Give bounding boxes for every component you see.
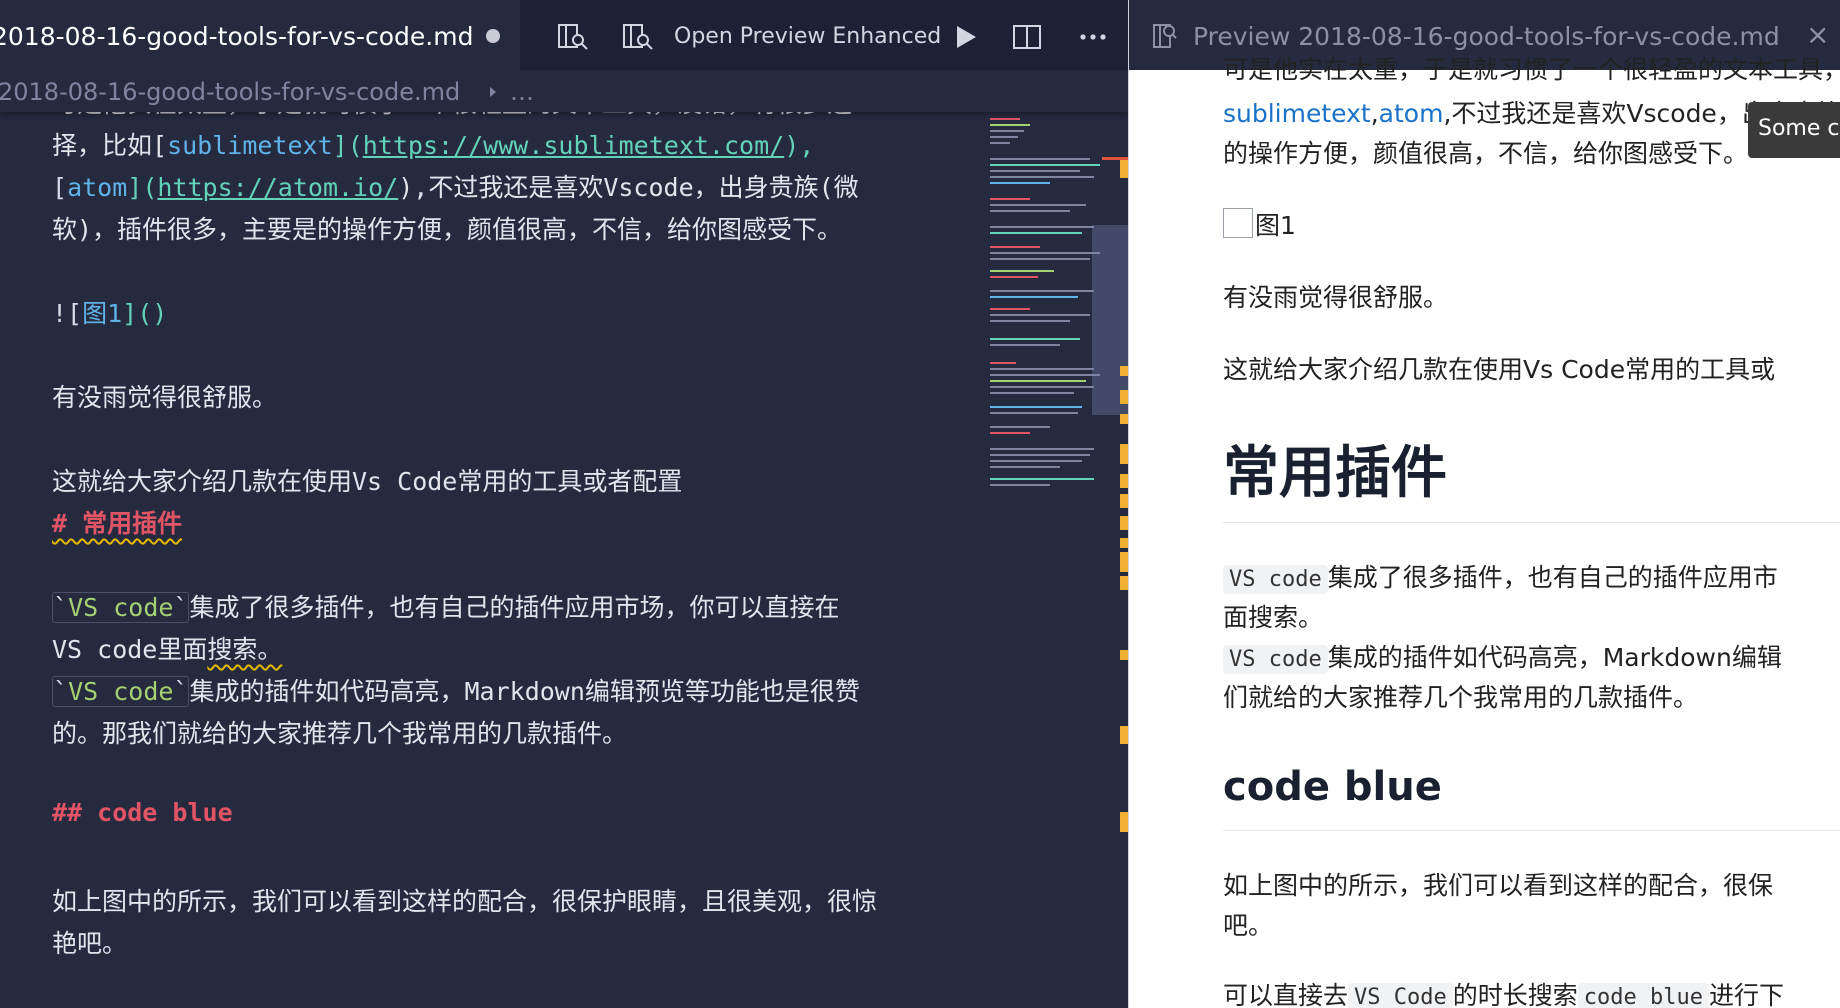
heading-divider xyxy=(1223,830,1840,831)
tooltip: Some c xyxy=(1748,102,1840,158)
breadcrumb-more[interactable]: … xyxy=(510,78,534,106)
scroll-marker xyxy=(1120,390,1128,404)
inline-code: VS code xyxy=(68,593,174,622)
breadcrumb: 2018-08-16-good-tools-for-vs-code.md … xyxy=(0,70,1128,112)
markdown-heading-2[interactable]: ## code blue xyxy=(52,798,233,827)
code-line: VS code里面搜索。 xyxy=(52,635,283,664)
code-line: # 常用插件 xyxy=(52,504,182,540)
preview-paragraph: 可是他实在太重，于是就习惯了一个很轻盈的文本工具，没错 xyxy=(1223,55,1840,84)
scroll-marker xyxy=(1120,516,1128,530)
preview-paragraph: 有没雨觉得很舒服。 xyxy=(1223,283,1449,312)
code-line: 软)，插件很多，主要是的操作方便，颜值很高，不信，给你图感受下。 xyxy=(52,215,843,244)
scroll-marker xyxy=(1120,494,1128,508)
inline-code: VS Code xyxy=(1348,983,1453,1008)
inline-code: VS code xyxy=(68,677,174,706)
markdown-image-alt[interactable]: 图1 xyxy=(82,299,122,328)
open-preview-icon[interactable] xyxy=(558,24,588,50)
chevron-right-icon xyxy=(490,87,496,97)
preview-paragraph: 如上图中的所示，我们可以看到这样的配合，很保 xyxy=(1223,871,1774,900)
editor-pane[interactable]: 2018-08-16-good-tools-for-vs-code.md Ope… xyxy=(0,0,1128,1008)
editor-tab-bar: 2018-08-16-good-tools-for-vs-code.md Ope… xyxy=(0,0,1128,70)
preview-link-sublimetext[interactable]: sublimetext xyxy=(1223,99,1371,128)
inline-code: VS code xyxy=(1223,565,1328,594)
more-actions-icon[interactable] xyxy=(1078,24,1108,50)
open-preview-enhanced-button[interactable]: Open Preview Enhanced xyxy=(674,24,941,49)
code-line: 的。那我们就给的大家推荐几个我常用的几款插件。 xyxy=(52,719,628,748)
preview-image: 图1 xyxy=(1223,206,1296,242)
scroll-marker xyxy=(1120,576,1128,590)
broken-image-icon xyxy=(1223,208,1253,238)
preview-paragraph: VS code 集成了很多插件，也有自己的插件应用市 xyxy=(1223,558,1778,594)
heading-divider xyxy=(1223,522,1840,523)
code-line: 艳吧。 xyxy=(52,929,128,958)
markdown-link-url[interactable]: https://atom.io/ xyxy=(157,173,398,202)
markdown-heading-1[interactable]: # 常用插件 xyxy=(52,509,182,538)
inline-code: code blue xyxy=(1577,983,1709,1008)
code-line: `VS code`集成的插件如代码高亮，Markdown编辑预览等功能也是很赞 xyxy=(52,676,860,707)
code-line: ![图1]() xyxy=(52,299,168,328)
preview-paragraph: 们就给的大家推荐几个我常用的几款插件。 xyxy=(1223,683,1699,712)
preview-file-icon xyxy=(1153,24,1177,48)
preview-paragraph: 吧。 xyxy=(1223,911,1274,940)
scroll-marker xyxy=(1120,812,1128,832)
close-icon[interactable]: × xyxy=(1806,18,1829,51)
open-preview-side-icon[interactable] xyxy=(623,24,653,50)
markdown-link-text[interactable]: sublimetext xyxy=(167,131,333,160)
preview-heading-2: code blue xyxy=(1223,764,1442,810)
code-line: `VS code`集成了很多插件，也有自己的插件应用市场，你可以直接在 xyxy=(52,592,840,623)
inline-code: VS code xyxy=(1223,645,1328,674)
code-line: 这就给大家介绍几款在使用Vs Code常用的工具或者配置 xyxy=(52,467,683,496)
breadcrumb-file[interactable]: 2018-08-16-good-tools-for-vs-code.md xyxy=(0,78,460,106)
preview-paragraph: 可以直接去 VS Code 的时长搜索 code blue 进行下 xyxy=(1223,976,1784,1008)
code-line: 如上图中的所示，我们可以看到这样的配合，很保护眼睛，且很美观，很惊 xyxy=(52,887,878,916)
preview-heading-1: 常用插件 xyxy=(1223,441,1447,506)
split-editor-icon[interactable] xyxy=(1012,24,1042,50)
scroll-marker xyxy=(1120,650,1128,660)
editor-tab-title[interactable]: 2018-08-16-good-tools-for-vs-code.md xyxy=(0,22,473,51)
markdown-link-url[interactable]: https://www.sublimetext.com/ xyxy=(363,131,784,160)
scroll-marker xyxy=(1120,474,1128,488)
image-alt-text: 图1 xyxy=(1255,211,1296,240)
editor-tab-active[interactable]: 2018-08-16-good-tools-for-vs-code.md xyxy=(0,0,520,70)
preview-pane[interactable]: Preview 2018-08-16-good-tools-for-vs-cod… xyxy=(1128,0,1840,1008)
markdown-link-text[interactable]: atom xyxy=(67,173,127,202)
scroll-marker xyxy=(1120,414,1128,424)
code-line: 有没雨觉得很舒服。 xyxy=(52,383,278,412)
run-play-icon[interactable] xyxy=(952,24,982,50)
preview-link-atom[interactable]: atom xyxy=(1379,99,1444,128)
preview-paragraph: 面搜索。 xyxy=(1223,603,1324,632)
scroll-marker xyxy=(1120,160,1128,178)
scroll-marker xyxy=(1120,538,1128,548)
preview-paragraph: 这就给大家介绍几款在使用Vs Code常用的工具或 xyxy=(1223,355,1776,384)
preview-paragraph: VS code 集成的插件如代码高亮，Markdown编辑 xyxy=(1223,638,1782,674)
preview-tab-title[interactable]: Preview 2018-08-16-good-tools-for-vs-cod… xyxy=(1193,22,1780,51)
code-line: 择，比如[sublimetext](https://www.sublimetex… xyxy=(52,131,815,160)
scroll-marker xyxy=(1120,366,1128,376)
code-line: ## code blue xyxy=(52,798,233,827)
scroll-marker xyxy=(1120,552,1128,572)
preview-paragraph: 的操作方便，颜值很高，不信，给你图感受下。 xyxy=(1223,139,1749,168)
scroll-marker xyxy=(1120,726,1128,744)
spellcheck-warning[interactable]: 搜索。 xyxy=(207,635,282,664)
unsaved-dot-icon[interactable] xyxy=(486,29,500,43)
code-line: [atom](https://atom.io/),不过我还是喜欢Vscode，出… xyxy=(52,173,859,202)
scroll-marker xyxy=(1120,444,1128,464)
